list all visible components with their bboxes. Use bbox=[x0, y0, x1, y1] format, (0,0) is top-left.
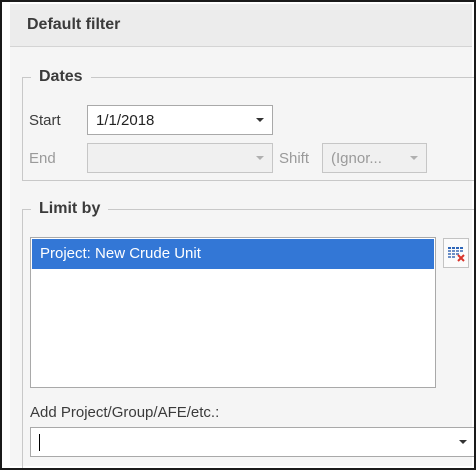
dialog-header: Default filter bbox=[10, 4, 472, 47]
add-item-label: Add Project/Group/AFE/etc.: bbox=[30, 404, 220, 421]
text-cursor bbox=[39, 434, 40, 451]
limit-by-list[interactable]: Project: New Crude Unit bbox=[30, 237, 436, 388]
shift-value: (Ignor... bbox=[331, 150, 382, 167]
chevron-down-icon[interactable] bbox=[256, 156, 264, 160]
clear-list-button[interactable] bbox=[443, 238, 469, 268]
add-item-combo[interactable] bbox=[30, 427, 474, 457]
end-label: End bbox=[29, 150, 56, 167]
shift-combo[interactable]: (Ignor... bbox=[322, 143, 427, 173]
start-date-combo[interactable]: 1/1/2018 bbox=[87, 105, 273, 135]
grid-clear-icon bbox=[448, 247, 465, 262]
chevron-down-icon[interactable] bbox=[459, 440, 467, 444]
end-date-combo[interactable] bbox=[87, 143, 273, 173]
dialog-frame: Default filter Dates Start 1/1/2018 End … bbox=[0, 0, 476, 470]
dates-legend: Dates bbox=[31, 68, 91, 86]
shift-label: Shift bbox=[279, 150, 310, 167]
list-item-label: Project: New Crude Unit bbox=[40, 245, 201, 262]
start-date-value: 1/1/2018 bbox=[96, 112, 155, 129]
limit-by-legend: Limit by bbox=[31, 200, 109, 218]
dialog-title: Default filter bbox=[27, 16, 121, 33]
list-item[interactable]: Project: New Crude Unit bbox=[32, 239, 434, 269]
start-label: Start bbox=[29, 112, 61, 129]
chevron-down-icon[interactable] bbox=[410, 156, 418, 160]
filter-panel: Dates Start 1/1/2018 End Shift (Ignor...… bbox=[10, 47, 474, 468]
chevron-down-icon[interactable] bbox=[256, 118, 264, 122]
